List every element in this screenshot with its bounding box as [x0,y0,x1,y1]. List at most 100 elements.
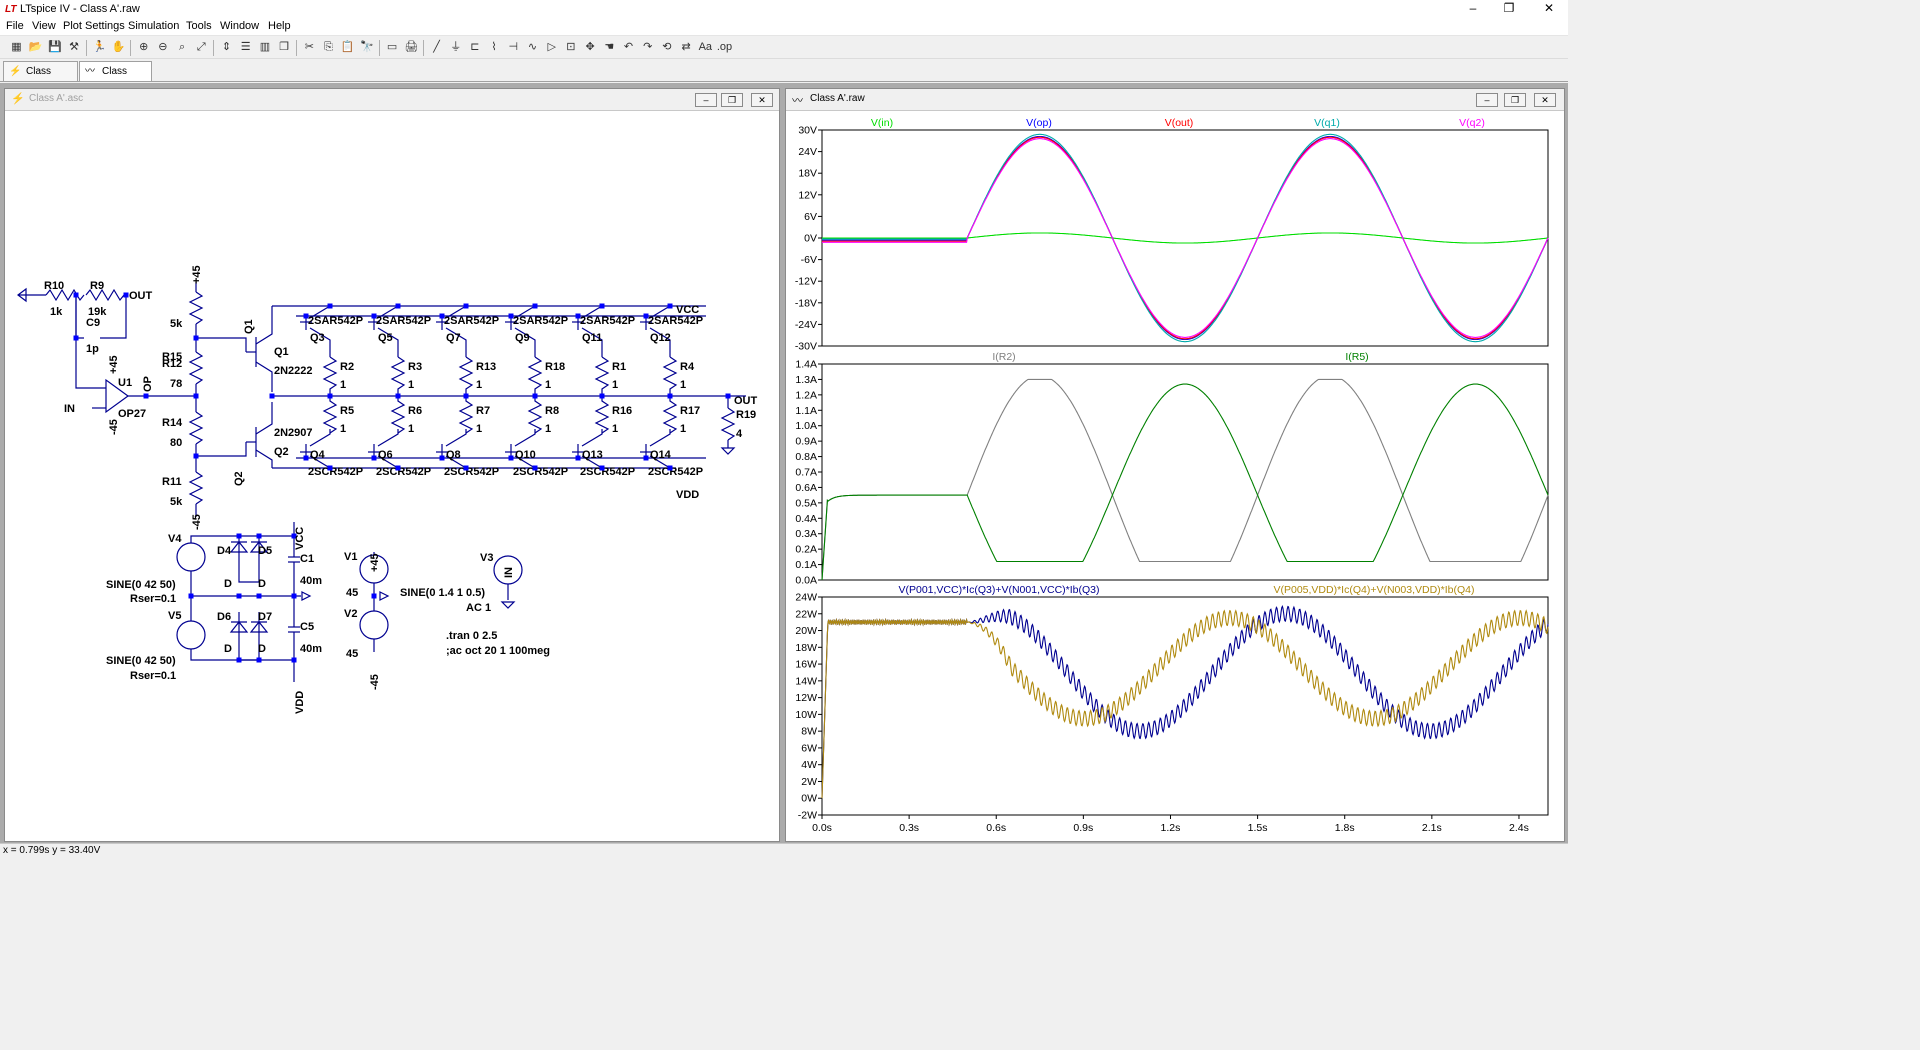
label-C5: C5 [300,621,314,633]
y-tick-label: 20W [795,625,817,637]
minimize-button[interactable]: – [1458,0,1488,18]
open-icon[interactable]: 📂 [27,39,44,56]
top-resistor-value: 1 [408,379,414,391]
y-tick-label: 0.9A [795,436,817,448]
inductor-icon[interactable]: ∿ [524,39,541,56]
trace-legend-label[interactable]: V(P005,VDD)*Ic(Q4)+V(N003,VDD)*Ib(Q4) [1273,584,1474,596]
plot-pane-2[interactable]: 1.4A 1.3A 1.2A 1.1A 1.0A 0.9A 0.8A 0.7A 0.6A 0.5A… [795,351,1549,587]
bottom-transistor-label: Q6 [378,449,393,461]
save-icon[interactable]: 💾 [46,39,63,56]
trace-legend-label[interactable]: V(in) [871,117,893,129]
waveform-window[interactable]: 〰 Class A'.raw – ❐ ✕ 30V 24V 18V 12V 6V 0V -6V… [785,88,1565,842]
cascade-icon[interactable]: ❐ [276,39,293,56]
zoom-in-icon[interactable]: ⊕ [135,39,152,56]
schematic-maximize-button[interactable]: ❐ [721,93,743,107]
text-icon[interactable]: Aa [697,39,714,56]
top-resistor-label: R4 [680,361,695,373]
move-icon[interactable]: ✥ [582,39,599,56]
tile-vertical-icon[interactable]: ▥ [256,39,273,56]
paste-icon[interactable]: 📋 [339,39,356,56]
find-icon[interactable]: 🔭 [358,39,375,56]
menu-file[interactable]: File [6,20,24,32]
waveform-close-button[interactable]: ✕ [1534,93,1556,107]
capacitor-icon[interactable]: ⊣ [505,39,522,56]
tab-waveform[interactable]: 〰 Class A'.raw [79,61,152,96]
trace-legend-label[interactable]: V(q2) [1459,117,1485,129]
redo-icon[interactable]: ↷ [639,39,656,56]
spice-directive-icon[interactable]: .op [716,39,733,56]
waveform-minimize-button[interactable]: – [1476,93,1498,107]
component-icon[interactable]: ⊡ [562,39,579,56]
y-tick-label: 2W [801,776,817,788]
drag-icon[interactable]: ☚ [601,39,618,56]
label-OP27: OP27 [118,408,146,420]
junction-dot [291,657,297,663]
schematic-minimize-button[interactable]: – [695,93,717,107]
mirror-icon[interactable]: ⇄ [678,39,695,56]
maximize-button[interactable]: ❐ [1494,0,1524,18]
trace-legend-label[interactable]: V(op) [1026,117,1052,129]
ground-icon[interactable]: ⏚ [447,39,464,56]
menu-window[interactable]: Window [220,20,259,32]
zoom-out-icon[interactable]: ⊖ [154,39,171,56]
wire-icon[interactable]: ╱ [428,39,445,56]
run-icon[interactable]: 🏃 [91,39,108,56]
plot-pane-1[interactable]: 30V 24V 18V 12V 6V 0V -6V -12V -18V -24V -30V V(in)… [795,117,1549,353]
waveform-maximize-button[interactable]: ❐ [1504,93,1526,107]
rotate-icon[interactable]: ⟲ [658,39,675,56]
new-schematic-icon[interactable]: ▦ [8,39,25,56]
bottom-transistor-label: Q13 [582,449,603,461]
menu-plot-settings[interactable]: Plot Settings [63,20,125,32]
junction-dot [532,303,538,309]
junction-dot [327,303,333,309]
schematic-window-titlebar[interactable]: ⚡ Class A'.asc – ❐ ✕ [5,89,779,111]
label-D4: D4 [217,545,232,557]
autorange-icon[interactable]: ⇕ [218,39,235,56]
cut-icon[interactable]: ✂ [301,39,318,56]
plot-pane-3[interactable]: 24W 22W 20W 18W 16W 14W 12W 10W 8W 6W 4W 2W 0W -2W V(P… [795,584,1549,834]
resistor-icon[interactable]: ⌇ [486,39,503,56]
trace-legend-label[interactable]: I(R5) [1345,351,1368,363]
bottom-resistor-value: 1 [340,423,346,435]
zoom-area-icon[interactable]: ⌕ [174,39,191,56]
undo-icon[interactable]: ↶ [620,39,637,56]
menu-tools[interactable]: Tools [186,20,212,32]
label-VCC-supply: VCC [294,527,306,550]
toolbar-separator [378,40,380,56]
label-D6-model: D [224,643,232,655]
bottom-resistor-label: R5 [340,405,354,417]
trace-legend-label[interactable]: I(R2) [992,351,1015,363]
label-V3-sine: SINE(0 1.4 1 0.5) [400,587,485,599]
halt-icon[interactable]: ✋ [110,39,127,56]
tile-horizontal-icon[interactable]: ☰ [237,39,254,56]
trace-legend-label[interactable]: V(q1) [1314,117,1340,129]
junction-dot [395,393,401,399]
print-icon[interactable]: 🖨 [403,39,420,56]
print-setup-icon[interactable]: ▭ [384,39,401,56]
diode-icon[interactable]: ▷ [543,39,560,56]
label-IN: IN [64,403,75,415]
y-tick-label: 14W [795,675,817,687]
zoom-fit-icon[interactable]: ⤢ [193,39,210,56]
menu-help[interactable]: Help [268,20,291,32]
tab-schematic[interactable]: ⚡ Class A'.asc [3,61,78,96]
menu-view[interactable]: View [32,20,56,32]
trace-legend-label[interactable]: V(out) [1165,117,1194,129]
junction-dot [599,465,605,471]
waveform-window-titlebar[interactable]: 〰 Class A'.raw – ❐ ✕ [786,89,1564,111]
label-V2-value: 45 [346,648,358,660]
y-tick-label: 8W [801,726,817,738]
toolbar: ▦ 📂 💾 ⚒ 🏃 ✋ ⊕ ⊖ ⌕ ⤢ ⇕ ☰ ▥ ❐ ✂ ⎘ 📋 🔭 ▭ 🖨 ╱ ⏚ ⊏ ⌇ ⊣ ∿ ▷ ⊡ ✥ ☚ ↶ ↷ ⟲ ⇄ Aa .op [0,37,1568,59]
y-tick-label: 0.1A [795,559,817,571]
close-button[interactable]: ✕ [1534,0,1564,18]
schematic-canvas[interactable]: 2SAR542P Q3 R2 1 R5 1 Q4 2SCR542P 2SAR542P Q5 R3 1 R… [6,112,776,840]
waveform-plot-area[interactable]: 30V 24V 18V 12V 6V 0V -6V -12V -18V -24V -30V V(in)… [786,112,1564,842]
y-tick-label: 18V [798,168,817,180]
label-icon[interactable]: ⊏ [466,39,483,56]
menu-simulation[interactable]: Simulation [128,20,179,32]
copy-icon[interactable]: ⎘ [320,39,337,56]
trace-legend-label[interactable]: V(P001,VCC)*Ic(Q3)+V(N001,VCC)*Ib(Q3) [898,584,1099,596]
schematic-window[interactable]: ⚡ Class A'.asc – ❐ ✕ 2SAR542P Q3 R2 1 R5… [4,88,780,842]
schematic-close-button[interactable]: ✕ [751,93,773,107]
control-panel-icon[interactable]: ⚒ [66,39,83,56]
